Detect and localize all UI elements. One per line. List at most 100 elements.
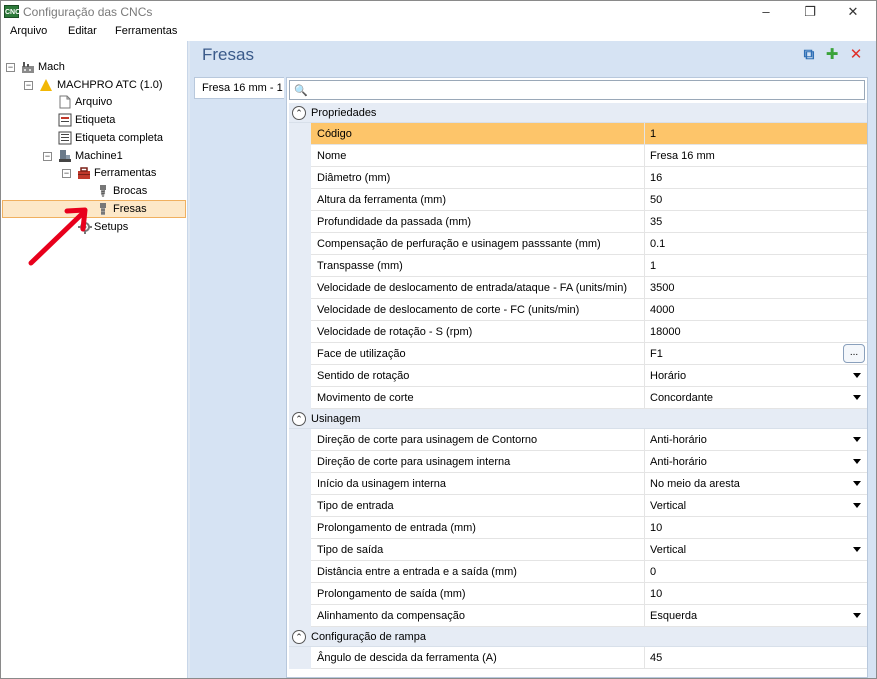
collapse-icon[interactable]: − [43, 152, 52, 161]
property-value[interactable]: 45 [650, 652, 662, 664]
property-row[interactable]: Prolongamento de saída (mm) 10 [289, 583, 867, 605]
menu-editar[interactable]: Editar [68, 25, 97, 37]
row-gutter [289, 387, 311, 409]
property-value[interactable]: 16 [650, 172, 662, 184]
collapse-icon[interactable]: − [6, 63, 15, 72]
property-row[interactable]: Direção de corte para usinagem de Contor… [289, 429, 867, 451]
tree-item-arquivo[interactable]: Arquivo [1, 94, 186, 111]
property-value[interactable]: 35 [650, 216, 662, 228]
collapse-icon[interactable]: − [24, 81, 33, 90]
property-row[interactable]: Início da usinagem interna No meio da are… [289, 473, 867, 495]
search-input[interactable]: 🔍 [289, 80, 865, 100]
menu-ferramentas[interactable]: Ferramentas [115, 25, 177, 37]
copy-icon[interactable]: ⧉ [801, 47, 817, 63]
property-name: Sentido de rotação [317, 370, 410, 382]
property-name: Compensação de perfuração e usinagem pas… [317, 238, 601, 250]
property-row[interactable]: Movimento de corte Concordante [289, 387, 867, 409]
property-value[interactable]: 0.1 [650, 238, 665, 250]
dropdown-arrow-icon[interactable] [853, 395, 861, 400]
property-row[interactable]: Face de utilização F1... [289, 343, 867, 365]
property-value[interactable]: 18000 [650, 326, 681, 338]
dropdown-arrow-icon[interactable] [853, 481, 861, 486]
dropdown-arrow-icon[interactable] [853, 373, 861, 378]
property-row[interactable]: Ângulo de descida da ferramenta (A) 45 [289, 647, 867, 669]
dropdown-arrow-icon[interactable] [853, 547, 861, 552]
property-row[interactable]: Velocidade de deslocamento de corte - FC… [289, 299, 867, 321]
tree-item-brocas[interactable]: Brocas [1, 183, 186, 200]
property-value[interactable]: Vertical [650, 544, 686, 556]
property-value[interactable]: Vertical [650, 500, 686, 512]
property-value[interactable]: 3500 [650, 282, 674, 294]
collapse-icon[interactable]: − [62, 169, 71, 178]
property-row[interactable]: Compensação de perfuração e usinagem pas… [289, 233, 867, 255]
property-row[interactable]: Altura da ferramenta (mm) 50 [289, 189, 867, 211]
property-row[interactable]: Nome Fresa 16 mm [289, 145, 867, 167]
property-value[interactable]: 50 [650, 194, 662, 206]
column-separator [644, 583, 645, 605]
property-value[interactable]: 1 [650, 260, 656, 272]
property-value[interactable]: No meio da aresta [650, 478, 740, 490]
row-gutter [289, 145, 311, 167]
property-row[interactable]: Transpasse (mm) 1 [289, 255, 867, 277]
dropdown-arrow-icon[interactable] [853, 503, 861, 508]
property-value[interactable]: F1 [650, 348, 663, 360]
tree-label: MACHPRO ATC (1.0) [57, 79, 163, 91]
factory-icon [22, 62, 34, 73]
property-value[interactable]: Esquerda [650, 610, 697, 622]
tree-item-mach[interactable]: − Mach [1, 59, 186, 76]
property-row[interactable]: Prolongamento de entrada (mm) 10 [289, 517, 867, 539]
maximize-button[interactable]: ❐ [789, 1, 831, 23]
collapse-category-icon[interactable]: ⌃ [292, 630, 306, 644]
column-separator [644, 605, 645, 627]
tree-item-ferramentas[interactable]: − Ferramentas [1, 165, 186, 182]
property-row[interactable]: Código 1 [289, 123, 867, 145]
property-row[interactable]: Velocidade de deslocamento de entrada/at… [289, 277, 867, 299]
tree-item-setups[interactable]: Setups [1, 219, 186, 236]
property-value[interactable]: Anti-horário [650, 456, 707, 468]
tree-item-fresas[interactable]: Fresas [1, 201, 186, 218]
property-row[interactable]: Diâmetro (mm) 16 [289, 167, 867, 189]
property-value[interactable]: 0 [650, 566, 656, 578]
collapse-category-icon[interactable]: ⌃ [292, 106, 306, 120]
tree-item-etiqueta[interactable]: Etiqueta [1, 112, 186, 129]
property-name: Início da usinagem interna [317, 478, 447, 490]
property-value[interactable]: 10 [650, 522, 662, 534]
property-value[interactable]: Fresa 16 mm [650, 150, 715, 162]
tree-label: Fresas [113, 203, 147, 215]
property-row[interactable]: Velocidade de rotação - S (rpm) 18000 [289, 321, 867, 343]
collapse-category-icon[interactable]: ⌃ [292, 412, 306, 426]
row-gutter [289, 561, 311, 583]
property-value[interactable]: Concordante [650, 392, 713, 404]
property-value[interactable]: Anti-horário [650, 434, 707, 446]
category-label: Propriedades [311, 107, 377, 119]
property-grid: 🔍 ⌃ Propriedades Código 1 Nome Fresa 16 mm Diâ… [286, 77, 868, 678]
tree-item-machpro[interactable]: − MACHPRO ATC (1.0) [1, 77, 186, 94]
menu-arquivo[interactable]: Arquivo [10, 25, 47, 37]
ellipsis-button[interactable]: ... [843, 344, 865, 363]
property-row[interactable]: Profundidade da passada (mm) 35 [289, 211, 867, 233]
property-value[interactable]: Horário [650, 370, 686, 382]
tree-item-machine1[interactable]: − Machine1 [1, 148, 186, 165]
dropdown-arrow-icon[interactable] [853, 437, 861, 442]
property-value[interactable]: 4000 [650, 304, 674, 316]
property-value[interactable]: 10 [650, 588, 662, 600]
property-value[interactable]: 1 [650, 128, 656, 140]
property-name: Código [317, 128, 352, 140]
dropdown-arrow-icon[interactable] [853, 459, 861, 464]
drill-bit-icon [100, 185, 106, 197]
minimize-button[interactable]: – [745, 1, 787, 23]
property-row[interactable]: Sentido de rotação Horário [289, 365, 867, 387]
tab-fresa-16mm[interactable]: Fresa 16 mm - 1 [194, 77, 284, 99]
property-row[interactable]: Tipo de entrada Vertical [289, 495, 867, 517]
delete-icon[interactable]: ✕ [848, 47, 864, 63]
property-row[interactable]: Tipo de saída Vertical [289, 539, 867, 561]
property-row[interactable]: Alinhamento da compensação Esquerda [289, 605, 867, 627]
property-row[interactable]: Distância entre a entrada e a saída (mm)… [289, 561, 867, 583]
property-name: Prolongamento de saída (mm) [317, 588, 466, 600]
add-icon[interactable]: ✚ [824, 47, 840, 63]
property-row[interactable]: Direção de corte para usinagem interna An… [289, 451, 867, 473]
row-gutter [289, 167, 311, 189]
close-window-button[interactable]: ✕ [832, 1, 874, 23]
tree-item-etiqueta-completa[interactable]: Etiqueta completa [1, 130, 186, 147]
dropdown-arrow-icon[interactable] [853, 613, 861, 618]
